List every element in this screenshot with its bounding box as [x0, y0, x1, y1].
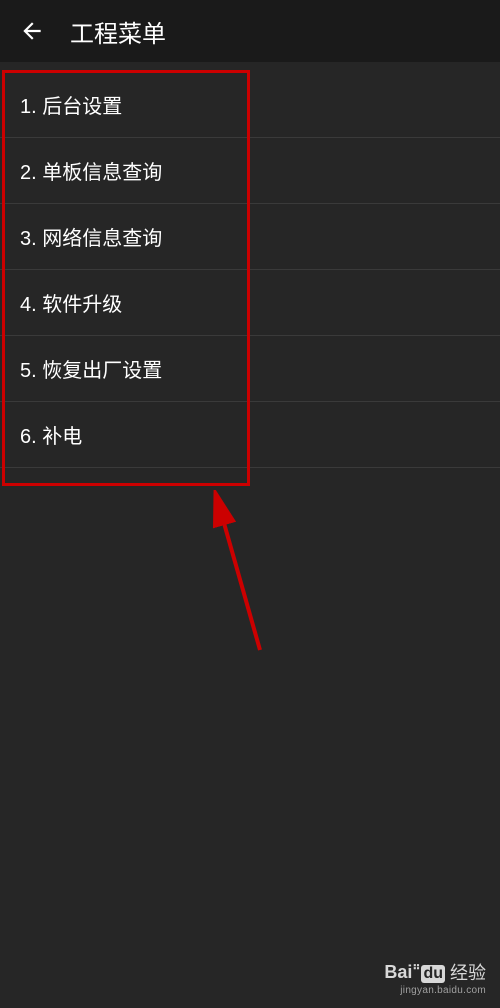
watermark-logo-icon: Bai⠶du [384, 962, 446, 983]
back-button[interactable] [12, 11, 52, 51]
menu-item-label: 2. 单板信息查询 [20, 156, 162, 185]
menu-item-label: 3. 网络信息查询 [20, 222, 162, 251]
back-arrow-icon [19, 18, 45, 44]
menu-item-label: 4. 软件升级 [20, 288, 122, 317]
menu-item-network-info-query[interactable]: 3. 网络信息查询 [0, 204, 500, 270]
menu-item-background-settings[interactable]: 1. 后台设置 [0, 72, 500, 138]
watermark-url: jingyan.baidu.com [400, 985, 486, 996]
menu-item-label: 1. 后台设置 [20, 90, 122, 119]
page-title: 工程菜单 [70, 14, 166, 49]
menu-item-board-info-query[interactable]: 2. 单板信息查询 [0, 138, 500, 204]
watermark: Bai⠶du 经验 jingyan.baidu.com [384, 959, 486, 996]
menu-item-factory-reset[interactable]: 5. 恢复出厂设置 [0, 336, 500, 402]
menu-item-label: 6. 补电 [20, 420, 82, 449]
menu-item-label: 5. 恢复出厂设置 [20, 354, 162, 383]
watermark-brand: Bai⠶du 经验 [384, 959, 486, 985]
watermark-brand-mid: du [421, 965, 445, 983]
menu-item-recharge[interactable]: 6. 补电 [0, 402, 500, 468]
menu-item-software-upgrade[interactable]: 4. 软件升级 [0, 270, 500, 336]
annotation-arrow-icon [200, 490, 280, 660]
app-header: 工程菜单 [0, 0, 500, 62]
watermark-brand-left: Bai [384, 962, 412, 983]
menu-list: 1. 后台设置 2. 单板信息查询 3. 网络信息查询 4. 软件升级 5. 恢… [0, 62, 500, 468]
watermark-brand-text: 经验 [450, 959, 486, 985]
watermark-paw-icon: ⠶ [412, 960, 420, 973]
